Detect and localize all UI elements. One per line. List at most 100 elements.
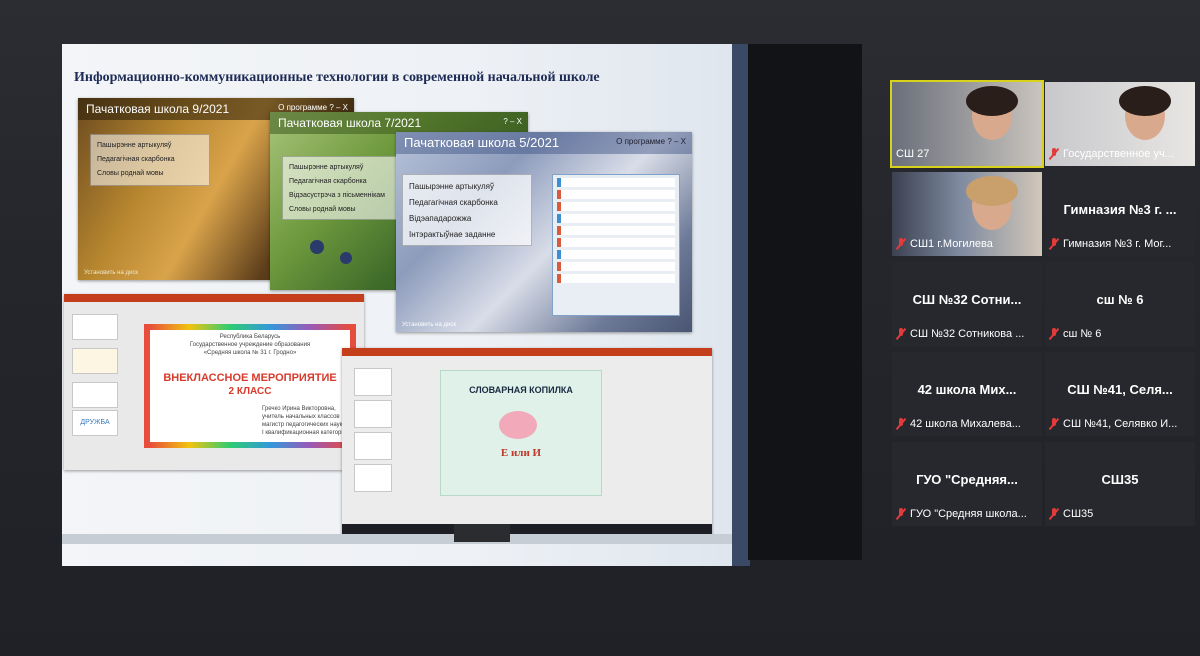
- participant-display-name: 42 школа Мих...: [917, 382, 1017, 397]
- tile-footer: СШ 27: [896, 146, 1038, 162]
- window-controls: О программе ? – X: [616, 137, 686, 146]
- slide-author: учитель начальных классов: [262, 414, 340, 420]
- slide-thumbnail: [72, 382, 118, 408]
- berries-decoration: [310, 240, 324, 254]
- mic-muted-icon: [896, 508, 906, 520]
- tile-footer: 42 школа Михалева...: [896, 416, 1038, 432]
- mic-muted-icon: [1049, 238, 1059, 250]
- participant-name: СШ1 г.Могилева: [910, 238, 993, 250]
- slide-line: Государственное учреждение образования: [189, 342, 311, 348]
- tile-footer: Гимназия №3 г. Мог...: [1049, 236, 1191, 252]
- board-tray: [62, 534, 732, 544]
- mic-muted-icon: [896, 418, 906, 430]
- shot-footer: Установить на диск: [84, 270, 138, 276]
- participant-tile[interactable]: Гимназия №3 г. ... Гимназия №3 г. Мог...: [1045, 172, 1195, 256]
- mic-muted-icon: [1049, 418, 1059, 430]
- participant-tile[interactable]: СШ №32 Сотни... СШ №32 Сотникова ...: [892, 262, 1042, 346]
- slide-heading: ВНЕКЛАССНОЕ МЕРОПРИЯТИЕ: [163, 372, 337, 384]
- participant-display-name: СШ №41, Селя...: [1067, 382, 1173, 397]
- menu-item: Словы роднай мовы: [289, 206, 356, 213]
- piggy-bank-icon: [499, 411, 537, 439]
- presentation-window-1: ДРУЖБА Республика Беларусь Государственн…: [64, 294, 364, 470]
- slide-author: магистр педагогических наук: [262, 422, 343, 428]
- ppt-title-bar: [64, 294, 364, 302]
- slide-author: Гречко Ирина Викторовна,: [262, 406, 336, 412]
- participant-name: Государственное уч...: [1063, 148, 1174, 160]
- mic-muted-icon: [1049, 148, 1059, 160]
- tile-footer: СШ №41, Селявко И...: [1049, 416, 1191, 432]
- participant-hair: [1119, 86, 1171, 116]
- shot-menu: Пашырэнне артыкуляў Педагагічная скарбон…: [402, 174, 532, 246]
- participant-display-name: СШ №32 Сотни...: [912, 292, 1022, 307]
- participant-tile[interactable]: ГУО "Средняя... ГУО "Средняя школа...: [892, 442, 1042, 526]
- tile-footer: СШ №32 Сотникова ...: [896, 326, 1038, 342]
- list-row: [557, 178, 675, 187]
- participant-name: Гимназия №3 г. Мог...: [1063, 238, 1172, 250]
- slide-canvas: СЛОВАРНАЯ КОПИЛКА Е или И: [440, 370, 602, 496]
- slide-thumbnail: [354, 368, 392, 396]
- window-controls: О программе ? – X: [278, 103, 348, 112]
- slide-heading: СЛОВАРНАЯ КОПИЛКА: [469, 385, 573, 395]
- mic-muted-icon: [1049, 508, 1059, 520]
- menu-item: Пашырэнне артыкуляў: [97, 142, 172, 149]
- menu-item: Відэасустрэча з пісьменнікам: [289, 192, 385, 199]
- tile-footer: ГУО "Средняя школа...: [896, 506, 1038, 522]
- conference-screen: Информационно-коммуникационные технологи…: [0, 0, 1200, 656]
- menu-item: Педагагічная скарбонка: [97, 156, 175, 163]
- participant-display-name: Гимназия №3 г. ...: [1063, 202, 1177, 217]
- list-row: [557, 262, 675, 271]
- list-row: [557, 250, 675, 259]
- list-row: [557, 274, 675, 283]
- shot-menu: Пашырэнне артыкуляў Педагагічная скарбон…: [90, 134, 210, 186]
- slide-thumbnail: [354, 400, 392, 428]
- slide-thumbnail: ДРУЖБА: [72, 410, 118, 436]
- slide-answer: Е или И: [500, 447, 542, 459]
- menu-item: Інтэрактыўнае заданне: [409, 230, 496, 239]
- participant-name: сш № 6: [1063, 328, 1102, 340]
- menu-item: Педагагічная скарбонка: [409, 198, 498, 207]
- participant-tile[interactable]: сш № 6 сш № 6: [1045, 262, 1195, 346]
- ppt-title-bar: [342, 348, 712, 356]
- participant-display-name: ГУО "Средняя...: [916, 472, 1018, 487]
- monitor-stand: [454, 524, 510, 542]
- participant-tile[interactable]: Государственное уч...: [1045, 82, 1195, 166]
- list-row: [557, 238, 675, 247]
- slide-thumbnail: [354, 432, 392, 460]
- menu-item: Відэападарожжа: [409, 214, 472, 223]
- window-controls: ? – X: [503, 117, 522, 126]
- tile-footer: сш № 6: [1049, 326, 1191, 342]
- participant-tile[interactable]: СШ 27: [890, 80, 1044, 168]
- mic-muted-icon: [1049, 328, 1059, 340]
- lesson-list: [552, 174, 680, 316]
- slide-canvas: Республика Беларусь Государственное учре…: [144, 324, 356, 448]
- berries-decoration: [340, 252, 352, 264]
- presentation-window-2: СЛОВАРНАЯ КОПИЛКА Е или И: [342, 348, 712, 538]
- menu-item: Словы роднай мовы: [97, 170, 164, 177]
- slide-thumbnail: [72, 314, 118, 340]
- participant-display-name: СШ35: [1101, 472, 1139, 487]
- tile-footer: СШ35: [1049, 506, 1191, 522]
- participant-name: СШ №41, Селявко И...: [1063, 418, 1178, 430]
- shot-menu: Пашырэнне артыкуляў Педагагічная скарбон…: [282, 156, 408, 220]
- thumb-label: ДРУЖБА: [80, 419, 110, 426]
- participant-tile[interactable]: СШ35 СШ35: [1045, 442, 1195, 526]
- menu-item: Пашырэнне артыкуляў: [289, 164, 364, 171]
- participant-tile[interactable]: СШ №41, Селя... СШ №41, Селявко И...: [1045, 352, 1195, 436]
- list-row: [557, 226, 675, 235]
- participant-hair: [966, 86, 1018, 116]
- participant-tile[interactable]: 42 школа Мих... 42 школа Михалева...: [892, 352, 1042, 436]
- slide-thumbnail: [72, 348, 118, 374]
- slide-subheading: 2 КЛАСС: [228, 386, 272, 397]
- tile-footer: СШ1 г.Могилева: [896, 236, 1038, 252]
- mic-muted-icon: [896, 238, 906, 250]
- slide-author: I квалификационная категория: [262, 430, 348, 436]
- participant-name: СШ35: [1063, 508, 1094, 520]
- tile-footer: Государственное уч...: [1049, 146, 1191, 162]
- participant-tile[interactable]: СШ1 г.Могилева: [892, 172, 1042, 256]
- menu-item: Пашырэнне артыкуляў: [409, 182, 494, 191]
- slide-line: «Средняя школа № 31 г. Гродно»: [203, 350, 297, 356]
- list-row: [557, 202, 675, 211]
- menu-item: Педагагічная скарбонка: [289, 178, 367, 185]
- screenshot-blossom: Пачатковая школа 5/2021 О программе ? – …: [396, 132, 692, 332]
- slide-title: Информационно-коммуникационные технологи…: [74, 70, 600, 85]
